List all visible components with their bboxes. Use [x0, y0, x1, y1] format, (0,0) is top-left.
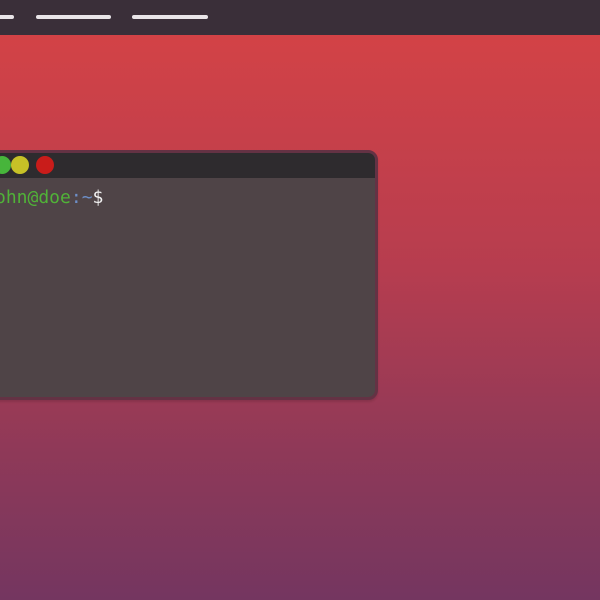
terminal-titlebar[interactable]: [0, 153, 375, 178]
close-icon[interactable]: [36, 156, 54, 174]
minimize-icon[interactable]: [11, 156, 29, 174]
prompt-symbol: $: [92, 187, 104, 208]
prompt-path: :~: [70, 187, 93, 208]
topbar-item-3[interactable]: [132, 15, 208, 19]
terminal-prompt: ohn@doe:~$: [0, 187, 103, 209]
top-menu-bar: [0, 0, 600, 35]
topbar-item-2[interactable]: [36, 15, 111, 19]
prompt-user-host: ohn@doe: [0, 187, 71, 208]
terminal-window[interactable]: ohn@doe:~$: [0, 150, 378, 400]
topbar-item-1[interactable]: [0, 15, 14, 19]
terminal-content[interactable]: ohn@doe:~$: [0, 178, 375, 397]
maximize-icon[interactable]: [0, 156, 11, 174]
